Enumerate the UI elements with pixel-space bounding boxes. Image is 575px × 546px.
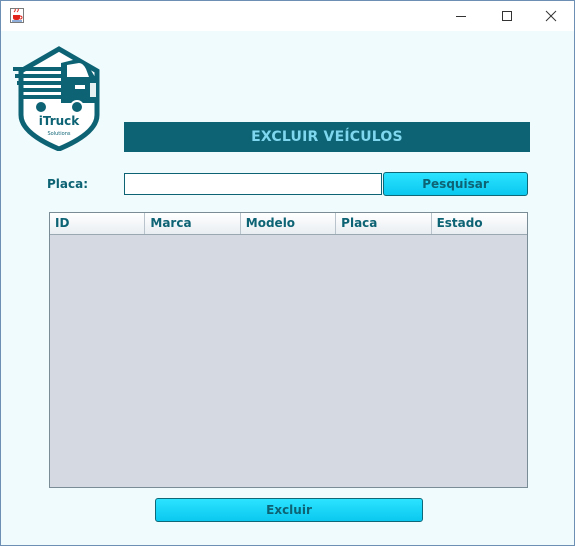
column-header-estado[interactable]: Estado (432, 213, 527, 234)
table-header: ID Marca Modelo Placa Estado (50, 213, 527, 235)
vehicles-table[interactable]: ID Marca Modelo Placa Estado (49, 212, 528, 488)
close-icon (545, 10, 557, 22)
search-button[interactable]: Pesquisar (383, 172, 528, 196)
column-header-id[interactable]: ID (50, 213, 146, 234)
java-coffee-icon[interactable] (10, 8, 24, 23)
page-title: EXCLUIR VEÍCULOS (124, 122, 530, 152)
maximize-button[interactable] (484, 1, 530, 31)
app-window: iTruck Solutions EXCLUIR VEÍCULOS Placa:… (0, 0, 575, 546)
title-bar[interactable] (1, 1, 574, 31)
maximize-icon (502, 11, 512, 21)
close-button[interactable] (528, 1, 574, 31)
logo-brand-text: iTruck (39, 114, 81, 128)
column-header-placa[interactable]: Placa (336, 213, 432, 234)
table-body[interactable] (50, 235, 527, 487)
delete-button[interactable]: Excluir (155, 498, 423, 522)
logo-tagline-text: Solutions (48, 131, 71, 137)
placa-label: Placa: (47, 177, 89, 191)
truck-shield-logo: iTruck Solutions (13, 46, 100, 151)
placa-input[interactable] (124, 173, 382, 195)
column-header-marca[interactable]: Marca (145, 213, 241, 234)
column-header-modelo[interactable]: Modelo (241, 213, 337, 234)
minimize-icon (456, 16, 466, 17)
minimize-button[interactable] (438, 1, 484, 31)
main-content: iTruck Solutions EXCLUIR VEÍCULOS Placa:… (1, 31, 574, 545)
